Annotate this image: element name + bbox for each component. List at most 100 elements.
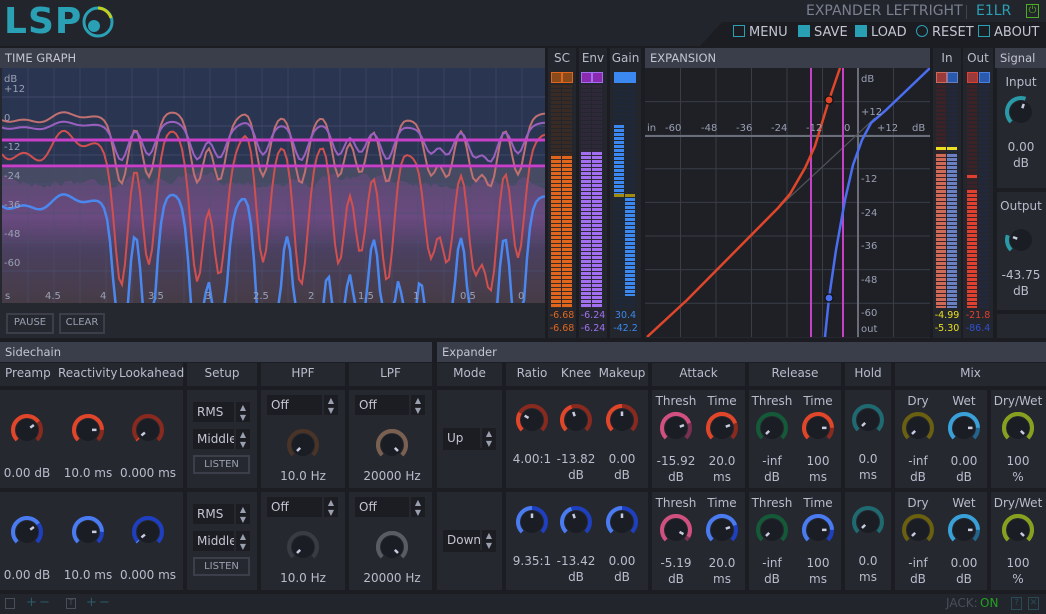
dry-knob[interactable] [900,512,936,548]
select-arrows-icon: ▲ ▼ [409,497,425,517]
gain-channel-toggle[interactable] [614,72,625,83]
lpf-frequency-knob[interactable] [374,427,410,463]
upward-threshold-dot[interactable] [824,95,834,105]
reactivity-knob[interactable] [70,412,106,448]
release-thresh-knob[interactable] [754,512,790,548]
source-select[interactable]: Middle ▲ ▼ [193,531,250,551]
output-axis-label: +12 [861,107,882,118]
font-size-icon[interactable]: T [66,598,76,609]
save-button[interactable]: SAVE [798,25,848,41]
lpf-frequency-knob[interactable] [374,529,410,565]
lookahead-knob-wrap[interactable] [116,514,180,553]
source-value: Middle [197,534,237,548]
load-button[interactable]: LOAD [855,25,907,41]
drywet-knob[interactable] [1000,512,1036,548]
lpf-mode-select[interactable]: Off ▲ ▼ [355,497,425,517]
hpf-mode-select[interactable]: Off ▲ ▼ [267,395,338,415]
expansion-graph[interactable]: in -60 -48 -36 -24 -12 0 +12 dB dB +12 -12 -24 -36 -48… [645,68,930,337]
release-thresh-knob[interactable] [754,410,790,446]
preamp-knob-wrap[interactable] [0,514,59,553]
knee-knob[interactable] [558,402,594,438]
lookahead-knob-wrap[interactable] [116,412,180,451]
listen-button[interactable]: LISTEN [193,455,250,474]
attack-thresh-knob[interactable] [658,512,694,548]
hpf-frequency-knob-wrap[interactable] [271,529,335,568]
attack-thresh-knob[interactable] [658,410,694,446]
out-channel-toggle[interactable] [967,72,978,83]
detect-mode-select[interactable]: RMS ▲ ▼ [193,504,250,524]
lpf-frequency-knob-wrap[interactable] [360,427,424,466]
wet-knob[interactable] [946,410,982,446]
expander-mode-select[interactable]: Up ▲ ▼ [443,428,496,450]
attack-time-knob[interactable] [704,410,740,446]
dry-knob[interactable] [900,410,936,446]
gain-channel-toggle[interactable] [625,72,636,83]
makeup-knob[interactable] [604,402,640,438]
wet-knob[interactable] [946,512,982,548]
reactivity-knob-wrap[interactable] [56,412,120,451]
lookahead-knob[interactable] [130,412,166,448]
pause-button[interactable]: PAUSE [6,313,54,334]
sc-channel-toggle[interactable] [562,72,573,83]
zoom-in-icon[interactable]: + [26,595,37,610]
drywet-knob-wrap[interactable] [986,410,1046,449]
about-button[interactable]: ABOUT [978,25,1039,41]
hpf-frequency-knob-wrap[interactable] [271,427,335,466]
time-graph[interactable]: dB+120-12-24-36-48-60s 4.5 4 3.5 3 2.5 2 1.5 1 0.… [2,68,545,303]
output-gain-knob-wrap[interactable] [989,222,1046,261]
drywet-knob[interactable] [1000,410,1036,446]
lookahead-knob[interactable] [130,514,166,550]
lookahead-value: 0.000 ms [119,568,177,582]
window-size-icon[interactable] [5,598,15,609]
knob-body [565,409,587,431]
preamp-knob-wrap[interactable] [0,412,59,451]
env-channel-toggle[interactable] [581,72,592,83]
env-value: -6.24 [580,323,606,334]
resize-icon[interactable]: ✕ [1028,597,1039,610]
preamp-knob[interactable] [9,514,45,550]
input-gain-knob[interactable] [1003,94,1039,130]
sc-channel-toggle[interactable] [551,72,562,83]
hpf-mode-select[interactable]: Off ▲ ▼ [267,497,338,517]
in-meter-label: In [941,51,953,65]
menu-button[interactable]: MENU [733,25,788,41]
source-select[interactable]: Middle ▲ ▼ [193,429,250,449]
reactivity-knob[interactable] [70,514,106,550]
detect-mode-select[interactable]: RMS ▲ ▼ [193,402,250,422]
in-channel-toggle[interactable] [936,72,947,83]
release-time-knob[interactable] [800,410,836,446]
hpf-frequency-knob[interactable] [285,427,321,463]
help-icon[interactable]: ? [1011,597,1022,610]
env-channel-toggle[interactable] [592,72,603,83]
lpf-mode-select[interactable]: Off ▲ ▼ [355,395,425,415]
hold-knob[interactable] [850,402,886,438]
input-gain-knob-wrap[interactable] [989,94,1046,133]
knob-body [16,419,38,441]
lpf-frequency-knob-wrap[interactable] [360,529,424,568]
drywet-knob-wrap[interactable] [986,512,1046,551]
in-channel-toggle[interactable] [947,72,958,83]
menu-label: MENU [749,25,788,40]
reset-button[interactable]: RESET [916,25,974,41]
release-time-knob[interactable] [800,512,836,548]
clear-button[interactable]: CLEAR [59,313,105,334]
save-label: SAVE [814,25,848,40]
sc-value: -6.68 [549,323,575,334]
makeup-knob[interactable] [604,504,640,540]
input-axis-label: -48 [701,123,717,134]
attack-time-knob[interactable] [704,512,740,548]
downward-threshold-dot[interactable] [824,293,834,303]
power-icon[interactable]: ⏻ [1026,4,1039,18]
preamp-knob[interactable] [9,412,45,448]
knob-body [761,417,783,439]
output-gain-knob[interactable] [1003,222,1039,258]
hpf-frequency-knob[interactable] [285,529,321,565]
listen-button[interactable]: LISTEN [193,557,250,576]
hold-knob[interactable] [850,504,886,540]
expander-mode-select[interactable]: Down ▲ ▼ [443,530,496,552]
zoom-out-icon[interactable]: − [39,595,50,610]
knee-knob[interactable] [558,504,594,540]
font-decrease-icon[interactable]: − [99,595,110,610]
font-increase-icon[interactable]: + [86,595,97,610]
reactivity-knob-wrap[interactable] [56,514,120,553]
